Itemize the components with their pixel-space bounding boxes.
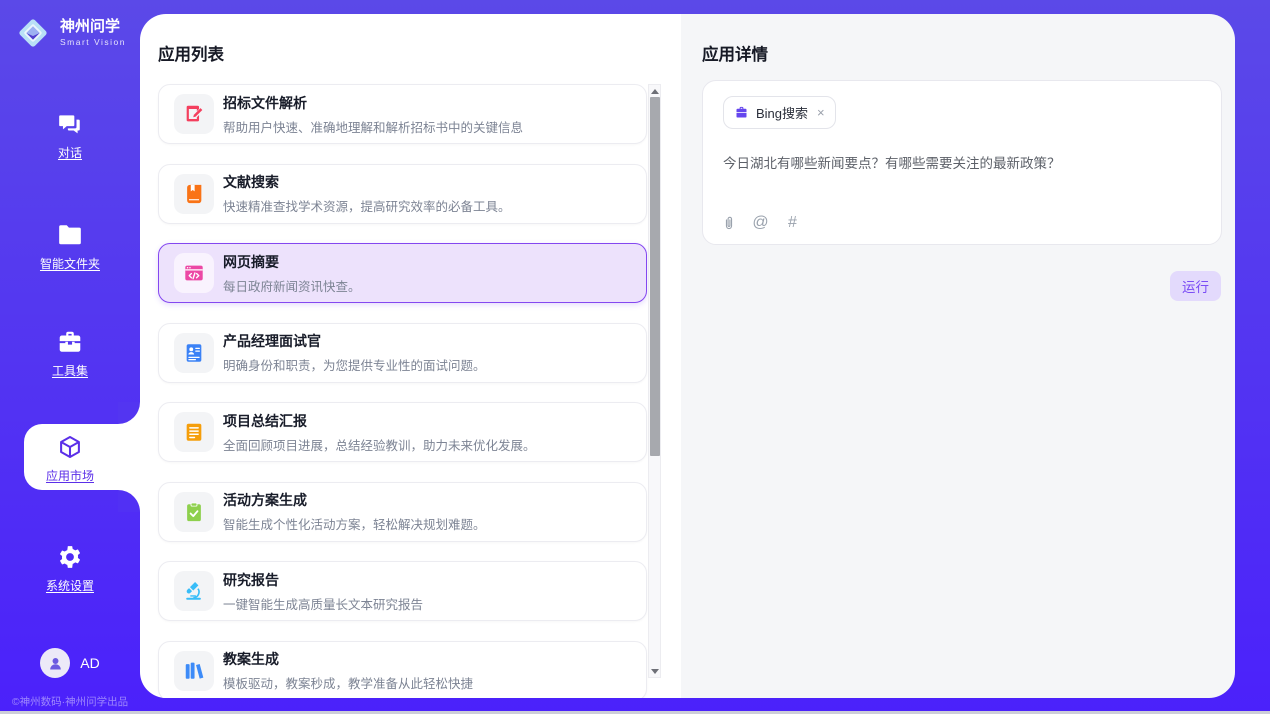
scroll-down-icon[interactable] [649,665,660,677]
pen-document-icon [174,94,214,134]
hash-icon[interactable]: # [784,214,801,231]
app-card[interactable]: 研究报告 一键智能生成高质量长文本研究报告 [158,561,647,621]
toolbox-icon [57,329,83,355]
logo-subtitle: Smart Vision [60,38,126,47]
sidebar: 神州问学 Smart Vision 对话 智能文件夹 工具集 应用市场 系统设置… [0,0,140,714]
briefcase-icon [734,105,749,120]
interviewer-icon [174,333,214,373]
clipboard-check-icon [174,492,214,532]
sidebar-item-chat[interactable]: 对话 [0,111,140,161]
app-card[interactable]: 网页摘要 每日政府新闻资讯快查。 [158,243,647,303]
gear-icon [57,544,83,570]
app-detail-title: 应用详情 [702,41,768,65]
prompt-text-input[interactable]: 今日湖北有哪些新闻要点？有哪些需要关注的最新政策？ [723,152,1201,172]
app-card-description: 明确身份和职责，为您提供专业性的面试问题。 [223,355,486,374]
microscope-icon [174,571,214,611]
chat-icon [57,111,83,137]
logo-title: 神州问学 [60,19,126,36]
book-icon [174,174,214,214]
app-card-description: 一键智能生成高质量长文本研究报告 [223,594,423,613]
app-logo: 神州问学 Smart Vision [0,14,140,52]
app-card-title: 产品经理面试官 [223,331,486,351]
run-button[interactable]: 运行 [1170,271,1221,301]
tool-chip-label: Bing搜索 [756,103,808,122]
sidebar-item-label: 智能文件夹 [40,255,100,272]
prompt-card: Bing搜索 × 今日湖北有哪些新闻要点？有哪些需要关注的最新政策？ @ # [702,80,1222,245]
bubble-curve-bottom [118,490,140,512]
app-root: { "sidebar": { "logo": { "title": "神州问学"… [0,0,1270,714]
close-icon[interactable]: × [817,106,825,119]
sidebar-item-label: 工具集 [52,362,88,379]
app-card[interactable]: 文献搜索 快速精准查找学术资源，提高研究效率的必备工具。 [158,164,647,224]
app-card-title: 研究报告 [223,570,423,590]
content-frame: 应用列表 招标文件解析 帮助用户快速、准确地理解和解析招标书中的关键信息 文献搜… [140,14,1235,698]
copyright-text: ©神州数码·神州问学出品 [0,694,140,709]
app-card-description: 模板驱动，教案秒成，教学准备从此轻松快捷 [223,673,473,692]
scroll-up-icon[interactable] [649,85,660,97]
user-icon [47,655,64,672]
app-card-description: 帮助用户快速、准确地理解和解析招标书中的关键信息 [223,117,523,136]
sidebar-item-label: 对话 [58,144,82,161]
scrollbar-thumb[interactable] [650,97,660,456]
composer-toolbar: @ # [720,214,801,231]
app-card[interactable]: 活动方案生成 智能生成个性化活动方案，轻松解决规划难题。 [158,482,647,542]
app-card-description: 每日政府新闻资讯快查。 [223,276,361,295]
sidebar-item-label: 系统设置 [46,577,94,594]
app-card[interactable]: 招标文件解析 帮助用户快速、准确地理解和解析招标书中的关键信息 [158,84,647,144]
app-list-title: 应用列表 [158,41,224,65]
app-card-list: 招标文件解析 帮助用户快速、准确地理解和解析招标书中的关键信息 文献搜索 快速精… [158,84,647,698]
app-card-title: 文献搜索 [223,172,511,192]
browser-code-icon [174,253,214,293]
books-icon [174,651,214,691]
user-row[interactable]: AD [0,648,140,678]
folder-icon [57,222,83,248]
sidebar-item-label: 应用市场 [46,467,94,484]
app-card-title: 活动方案生成 [223,490,486,510]
sidebar-item-smart-folders[interactable]: 智能文件夹 [0,222,140,272]
list-scrollbar[interactable] [648,84,661,678]
app-card-description: 全面回顾项目进展，总结经验教训，助力未来优化发展。 [223,435,536,454]
app-card-description: 智能生成个性化活动方案，轻松解决规划难题。 [223,514,486,533]
diamond-logo-icon [14,14,52,52]
app-card[interactable]: 产品经理面试官 明确身份和职责，为您提供专业性的面试问题。 [158,323,647,383]
avatar [40,648,70,678]
bubble-curve-top [118,402,140,424]
sidebar-item-toolset[interactable]: 工具集 [0,329,140,379]
user-name: AD [80,655,99,671]
app-card[interactable]: 教案生成 模板驱动，教案秒成，教学准备从此轻松快捷 [158,641,647,699]
app-card-title: 招标文件解析 [223,93,523,113]
sidebar-item-settings[interactable]: 系统设置 [0,544,140,594]
app-card-title: 项目总结汇报 [223,411,536,431]
app-list-panel: 应用列表 招标文件解析 帮助用户快速、准确地理解和解析招标书中的关键信息 文献搜… [140,14,681,698]
cube-icon [57,434,83,460]
tool-chip-bing-search[interactable]: Bing搜索 × [723,96,836,129]
app-card-title: 网页摘要 [223,252,361,272]
sidebar-item-app-market[interactable]: 应用市场 [0,434,140,484]
paperclip-icon[interactable] [720,214,737,231]
app-card-title: 教案生成 [223,649,473,669]
app-card-description: 快速精准查找学术资源，提高研究效率的必备工具。 [223,196,511,215]
app-detail-panel: 应用详情 Bing搜索 × 今日湖北有哪些新闻要点？有哪些需要关注的最新政策？ … [681,14,1235,698]
at-icon[interactable]: @ [752,214,769,231]
note-icon [174,412,214,452]
app-card[interactable]: 项目总结汇报 全面回顾项目进展，总结经验教训，助力未来优化发展。 [158,402,647,462]
